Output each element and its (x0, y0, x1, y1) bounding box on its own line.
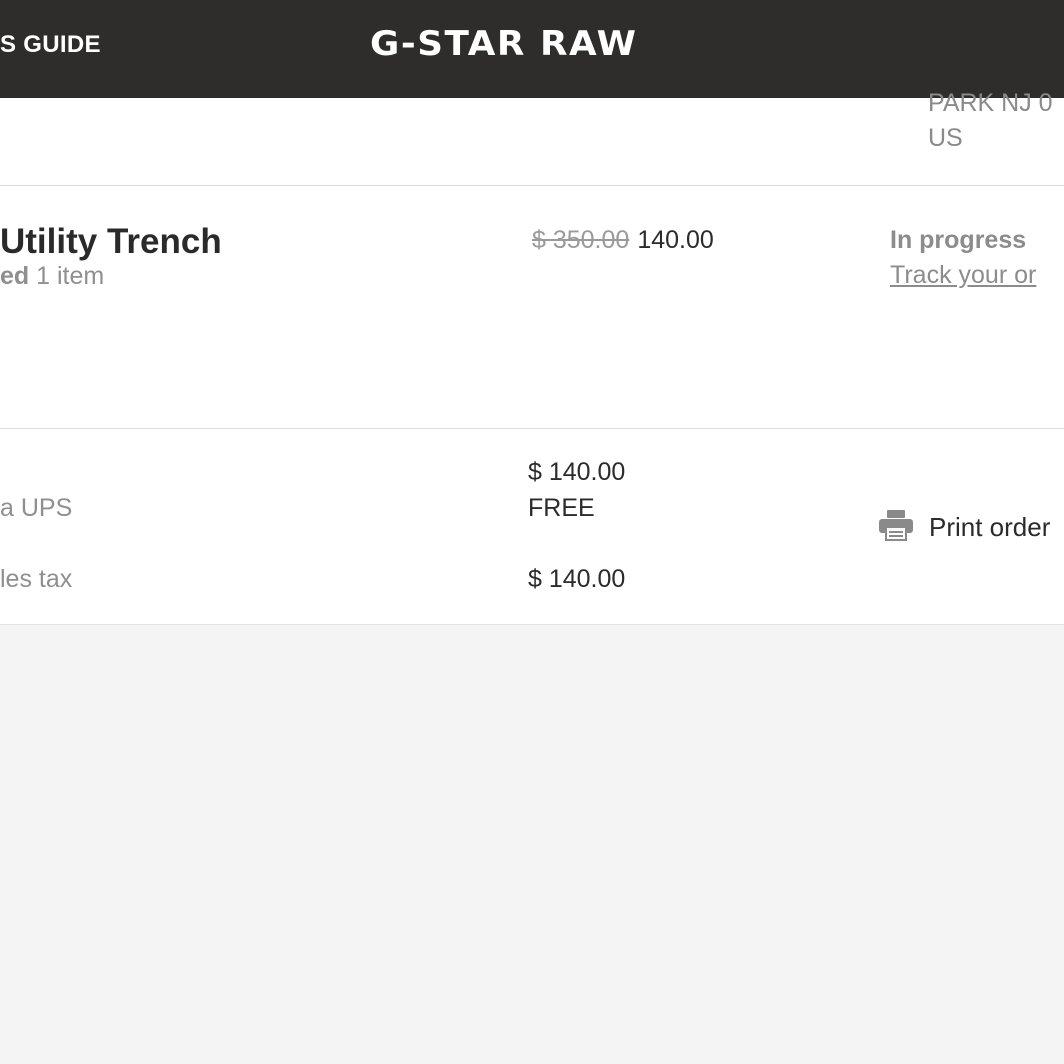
shipping-label: a UPS (0, 494, 73, 522)
print-order-button[interactable]: Print order (878, 509, 1051, 546)
site-header: S GUIDE G-STAR RAW (0, 0, 1064, 98)
print-order-label: Print order (929, 511, 1051, 542)
total-label: les tax (0, 565, 73, 593)
sale-price: 140.00 (637, 226, 714, 254)
shipping-value: FREE (528, 494, 595, 522)
order-panel: PARK NJ 0 US Utility Trench ed 1 item $ … (0, 89, 1064, 625)
address-line-city: PARK NJ 0 (928, 89, 1053, 117)
address-line-country: US (928, 124, 963, 152)
track-order-link[interactable]: Track your or (890, 261, 1036, 290)
order-status: In progress (890, 226, 1027, 254)
order-details-page: S GUIDE G-STAR RAW PARK NJ 0 US Utility … (0, 0, 1064, 1064)
item-count: ed 1 item (0, 262, 104, 291)
subtotal-value: $ 140.00 (528, 458, 626, 486)
item-price: $ 350.00 140.00 (532, 226, 714, 255)
brand-logo[interactable]: G-STAR RAW (370, 24, 638, 64)
shipping-address: PARK NJ 0 US (928, 86, 1053, 156)
total-value: $ 140.00 (528, 565, 626, 593)
item-count-prefix: ed (0, 262, 30, 290)
size-guide-link[interactable]: S GUIDE (0, 31, 101, 59)
divider (0, 428, 1064, 429)
original-price: $ 350.00 (532, 226, 630, 254)
item-count-text: 1 item (29, 262, 105, 290)
printer-icon (878, 509, 914, 546)
product-name[interactable]: Utility Trench (0, 222, 222, 262)
divider (0, 185, 1064, 186)
